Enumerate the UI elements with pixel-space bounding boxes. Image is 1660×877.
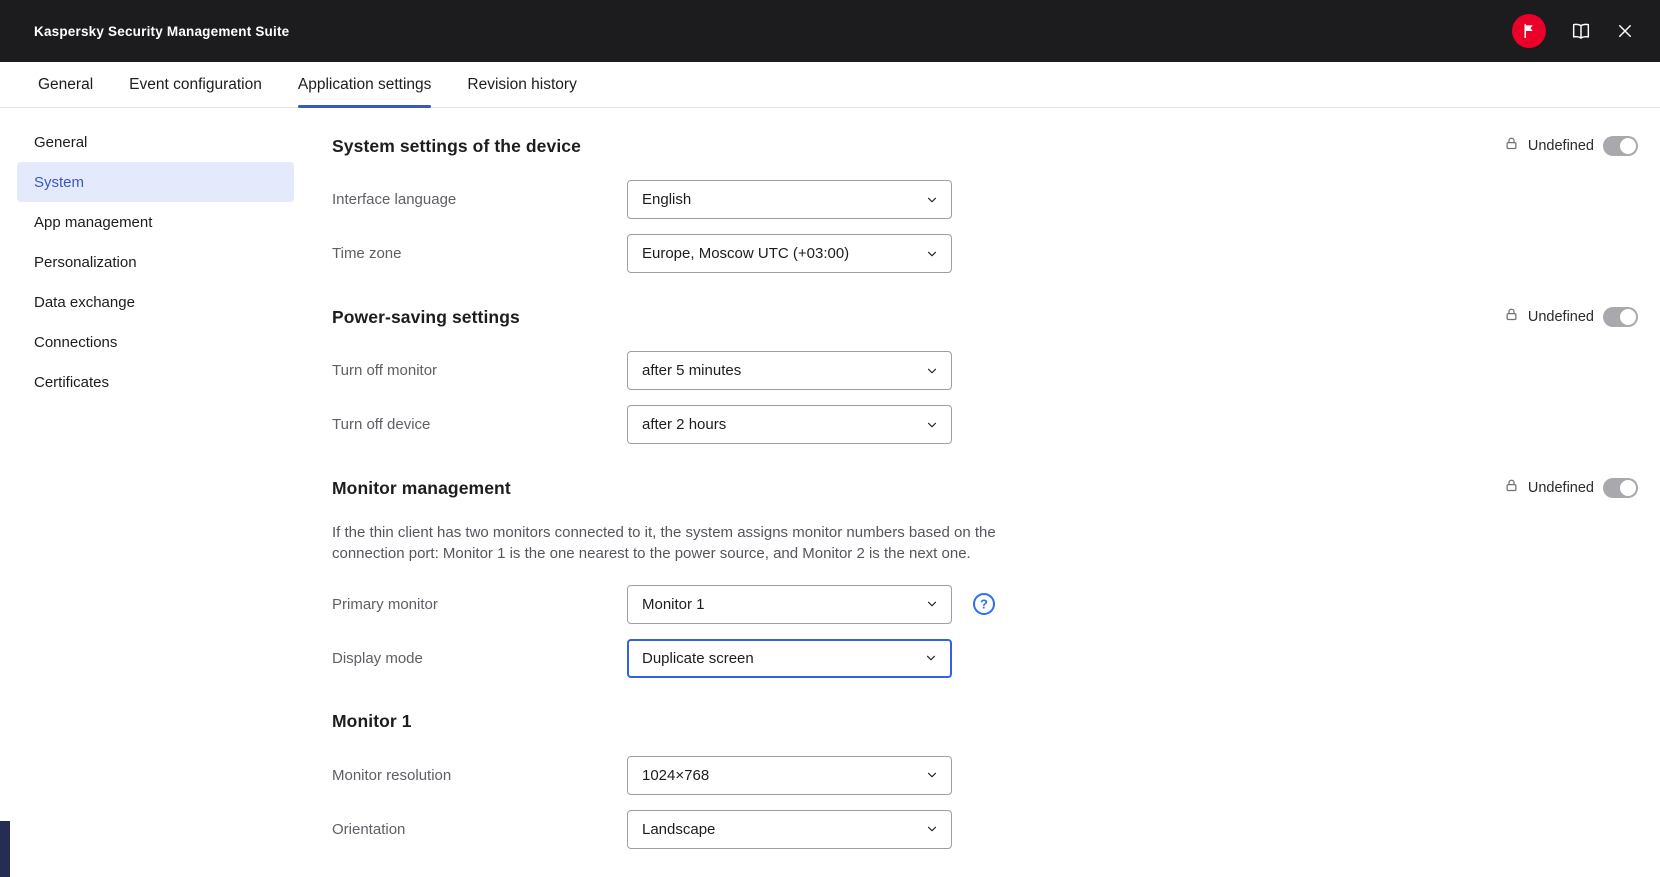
selected-value: 1024×768 [642,766,710,784]
chevron-down-icon [925,364,939,378]
sidebar-item-connections[interactable]: Connections [17,322,294,362]
selected-value: Landscape [642,820,716,838]
field-label: Time zone [332,245,402,262]
chevron-down-icon [925,193,939,207]
lock-icon [1504,478,1519,498]
lock-icon [1504,136,1519,156]
chevron-down-icon [925,768,939,782]
section-system-settings: System settings of the device Undefined [332,132,1638,273]
scrollbar-thumb[interactable] [0,821,10,877]
selected-value: Europe, Moscow UTC (+03:00) [642,245,850,262]
interface-language-select[interactable]: English [627,180,952,219]
sidebar-item-app-management[interactable]: App management [17,202,294,242]
lock-label: Undefined [1527,480,1594,496]
undefined-toggle[interactable] [1603,307,1638,327]
lock-label: Undefined [1527,138,1594,154]
display-mode-select[interactable]: Duplicate screen [627,638,952,678]
lock-label: Undefined [1527,309,1594,325]
turn-off-device-select[interactable]: after 2 hours [627,405,952,444]
titlebar-actions [1512,14,1634,48]
close-icon[interactable] [1616,22,1634,40]
orientation-select[interactable]: Landscape [627,809,952,849]
field-label: Display mode [332,649,423,667]
undefined-toggle-group: Undefined [1504,478,1638,498]
section-title: System settings of the device [332,135,581,156]
sidebar-item-certificates[interactable]: Certificates [17,362,294,402]
time-zone-select[interactable]: Europe, Moscow UTC (+03:00) [627,234,952,273]
chevron-down-icon [924,651,938,665]
book-icon[interactable] [1570,20,1592,42]
field-label: Turn off monitor [332,362,438,379]
field-label: Monitor resolution [332,766,452,784]
tab-revision-history[interactable]: Revision history [467,62,576,107]
svg-text:?: ? [980,597,988,612]
app-window: Kaspersky Security Management Suite Gene… [0,0,1660,877]
window-title: Kaspersky Security Management Suite [34,23,290,39]
section-power-saving: Power-saving settings Undefined Turn off… [332,303,1638,444]
section-title: Monitor 1 [332,711,412,732]
section-monitor-management: Monitor management Undefined If the thin… [332,474,1638,678]
toggle-knob [1620,138,1636,154]
settings-panel: System settings of the device Undefined [300,108,1660,877]
monitor-management-description: If the thin client has two monitors conn… [332,524,996,563]
field-label: Primary monitor [332,595,438,613]
selected-value: Duplicate screen [642,649,754,667]
chevron-down-icon [925,597,939,611]
field-label: Orientation [332,820,406,838]
window-titlebar: Kaspersky Security Management Suite [0,0,1660,62]
tab-general[interactable]: General [38,62,93,107]
tab-application-settings[interactable]: Application settings [297,62,431,108]
selected-value: after 2 hours [642,416,727,433]
field-label: Interface language [332,191,457,208]
sidebar-item-general[interactable]: General [17,122,294,162]
selected-value: Monitor 1 [642,595,705,613]
flag-icon[interactable] [1512,14,1546,48]
sidebar-item-personalization[interactable]: Personalization [17,242,294,282]
lock-icon [1504,307,1519,327]
section-title: Monitor management [332,477,511,498]
chevron-down-icon [925,247,939,261]
sidebar: General System App management Personaliz… [0,108,300,877]
section-monitor-1: Monitor 1 Monitor resolution 1024×768 Or… [332,708,1638,849]
undefined-toggle-group: Undefined [1504,136,1638,156]
tab-event-configuration[interactable]: Event configuration [129,62,262,107]
turn-off-monitor-select[interactable]: after 5 minutes [627,351,952,390]
help-icon[interactable]: ? [972,592,996,616]
undefined-toggle[interactable] [1603,478,1638,498]
toggle-knob [1620,309,1636,325]
sidebar-item-system[interactable]: System [17,162,294,202]
section-title: Power-saving settings [332,306,520,327]
chevron-down-icon [925,418,939,432]
chevron-down-icon [925,822,939,836]
undefined-toggle[interactable] [1603,136,1638,156]
selected-value: English [642,191,692,208]
undefined-toggle-group: Undefined [1504,307,1638,327]
content-area: General System App management Personaliz… [0,108,1660,877]
primary-monitor-select[interactable]: Monitor 1 [627,584,952,624]
monitor-resolution-select[interactable]: 1024×768 [627,755,952,795]
sidebar-item-data-exchange[interactable]: Data exchange [17,282,294,322]
field-label: Turn off device [332,416,431,433]
selected-value: after 5 minutes [642,362,742,379]
tab-bar: General Event configuration Application … [0,62,1660,108]
toggle-knob [1620,480,1636,496]
